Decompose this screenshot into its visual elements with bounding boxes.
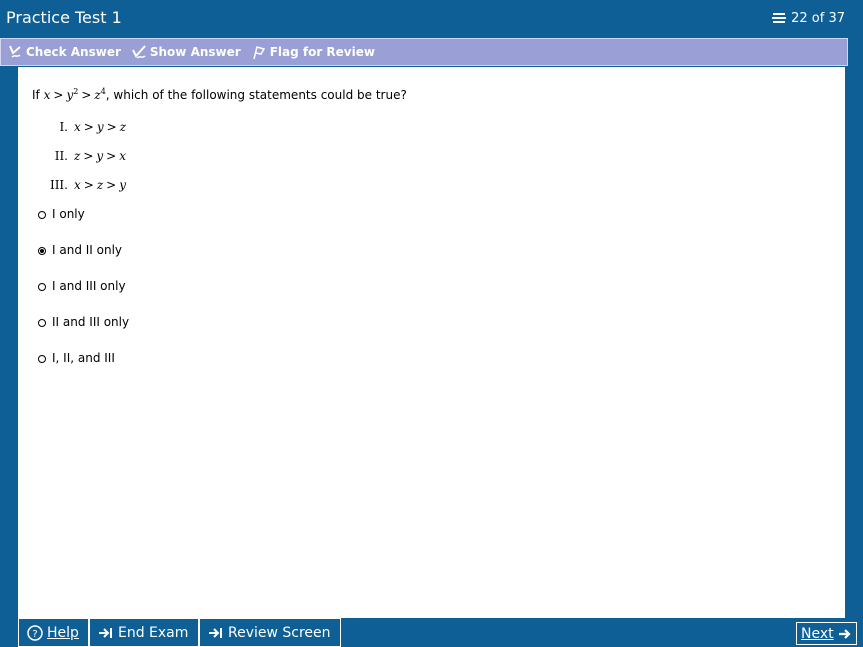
gt-sign: > <box>81 88 92 102</box>
title-bar: Practice Test 1 22 of 37 <box>0 0 863 38</box>
statement-var: y <box>96 120 104 134</box>
show-answer-label: Show Answer <box>149 45 241 59</box>
gt-sign: > <box>106 149 117 163</box>
gt-sign: > <box>83 120 94 134</box>
end-exam-icon <box>99 627 112 638</box>
toolbar: Check Answer Show Answer Flag for Review <box>0 38 848 66</box>
help-icon: ? <box>27 624 43 641</box>
arrow-right-icon <box>838 628 851 639</box>
flag-icon <box>252 46 265 60</box>
answer-choice-label: I and III only <box>52 279 126 293</box>
answer-choice[interactable]: II and III only <box>38 315 129 351</box>
radio-button[interactable] <box>38 355 46 363</box>
radio-button[interactable] <box>38 211 46 219</box>
next-label: Next <box>801 625 834 642</box>
question-suffix: , which of the following statements coul… <box>105 88 407 102</box>
answer-choice-label: II and III only <box>52 315 130 329</box>
question-prefix: If <box>32 88 40 102</box>
bottom-bar: ? Help End Exam Review Screen Next <box>0 618 863 647</box>
answer-choice[interactable]: I and II only <box>38 243 129 279</box>
statement-var: z <box>74 149 81 163</box>
answer-choice[interactable]: I and III only <box>38 279 129 315</box>
question-panel: If x > y2 > z4, which of the following state… <box>18 67 845 618</box>
statement-expression: x > z > y <box>74 178 126 192</box>
answer-choice-label: I and II only <box>52 243 123 257</box>
statement-var: x <box>119 149 127 163</box>
check-answer-icon <box>9 45 21 58</box>
svg-text:?: ? <box>32 629 37 640</box>
flag-for-review-button[interactable]: Flag for Review <box>251 44 375 60</box>
show-answer-button[interactable]: Show Answer <box>131 44 241 60</box>
statement-var: x <box>74 120 81 134</box>
statement-numeral: III. <box>49 178 68 192</box>
end-exam-button[interactable]: End Exam <box>89 618 199 647</box>
statements-list: I. x > y > z II. z > y > x III. x > z > y <box>38 120 126 207</box>
gt-sign: > <box>106 120 117 134</box>
help-label: Help <box>47 624 79 641</box>
check-answer-button[interactable]: Check Answer <box>7 44 121 60</box>
exp-y: 2 <box>73 87 79 96</box>
show-answer-icon <box>131 45 146 59</box>
statement-var: z <box>96 178 104 192</box>
radio-button[interactable] <box>38 247 46 255</box>
question-counter: 22 of 37 <box>771 10 845 26</box>
statement-item: II. z > y > x <box>38 149 126 178</box>
review-screen-icon <box>209 627 222 638</box>
review-screen-label: Review Screen <box>228 624 331 641</box>
answer-choice[interactable]: I only <box>38 207 129 243</box>
statement-var: y <box>96 149 104 163</box>
question-count-icon <box>772 13 787 23</box>
statement-numeral: II. <box>54 149 68 163</box>
end-exam-label: End Exam <box>118 624 189 641</box>
radio-button[interactable] <box>38 283 46 291</box>
flag-for-review-label: Flag for Review <box>269 45 375 59</box>
question-math: x > y2 > z4 <box>43 87 106 102</box>
question-stem: If x > y2 > z4, which of the following state… <box>32 87 407 102</box>
answer-choices: I only I and II only I and III only II a… <box>38 207 129 387</box>
gt-sign: > <box>83 178 94 192</box>
statement-var: z <box>119 120 127 134</box>
answer-choice-label: I only <box>52 207 85 221</box>
review-screen-button[interactable]: Review Screen <box>199 618 341 647</box>
answer-choice[interactable]: I, II, and III <box>38 351 129 387</box>
answer-choice-label: I, II, and III <box>52 351 115 365</box>
help-button[interactable]: ? Help <box>18 618 89 647</box>
statement-item: I. x > y > z <box>38 120 126 149</box>
next-button[interactable]: Next <box>796 622 857 645</box>
gt-sign: > <box>53 88 64 102</box>
gt-sign: > <box>106 178 117 192</box>
var-x: x <box>43 88 51 102</box>
question-counter-text: 22 of 37 <box>791 10 845 26</box>
radio-button[interactable] <box>38 319 46 327</box>
statement-expression: x > y > z <box>74 120 126 134</box>
statement-expression: z > y > x <box>74 149 126 163</box>
statement-numeral: I. <box>59 120 68 134</box>
statement-item: III. x > z > y <box>38 178 126 207</box>
statement-var: y <box>119 178 127 192</box>
page-title: Practice Test 1 <box>6 8 122 27</box>
statement-var: x <box>74 178 81 192</box>
check-answer-label: Check Answer <box>26 45 121 59</box>
gt-sign: > <box>83 149 94 163</box>
